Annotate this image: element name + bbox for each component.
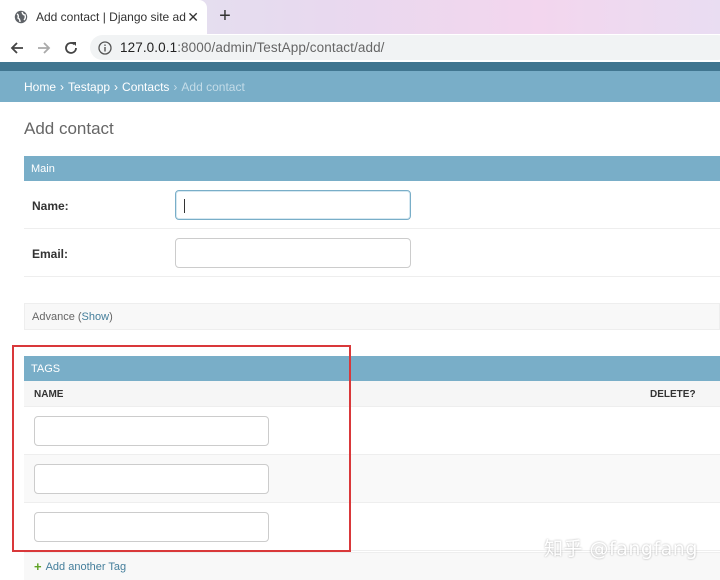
arrow-left-icon [10, 42, 23, 54]
address-bar[interactable]: 127.0.0.1:8000/admin/TestApp/contact/add… [90, 35, 720, 60]
plus-icon: + [34, 558, 42, 574]
url-text: 127.0.0.1:8000/admin/TestApp/contact/add… [120, 40, 385, 55]
highlight-annotation [12, 345, 351, 552]
form-row-name: Name: [24, 181, 720, 229]
new-tab-button[interactable]: + [214, 6, 236, 28]
watermark-text: 知乎 @fangfang [544, 538, 698, 560]
fieldset-advance: Advance (Show) [24, 303, 720, 330]
breadcrumb-separator: › [173, 79, 178, 94]
reload-button[interactable] [62, 39, 80, 57]
breadcrumb-separator: › [60, 79, 65, 94]
breadcrumb-home[interactable]: Home [24, 80, 56, 94]
breadcrumb-separator: › [114, 79, 119, 94]
advance-close-paren: ) [109, 310, 113, 323]
page-title: Add contact [24, 119, 114, 138]
breadcrumb-model[interactable]: Contacts [122, 80, 169, 94]
add-another-tag-link[interactable]: Add another Tag [46, 561, 127, 573]
reload-icon [65, 42, 77, 54]
breadcrumb-current: Add contact [181, 79, 245, 94]
email-field[interactable] [175, 238, 411, 268]
browser-toolbar: 127.0.0.1:8000/admin/TestApp/contact/add… [0, 34, 720, 62]
url-path: :8000/admin/TestApp/contact/add/ [177, 40, 385, 55]
advance-show-link[interactable]: Show [82, 311, 110, 323]
globe-icon [14, 10, 28, 24]
fieldset-main-header: Main [24, 156, 720, 181]
forward-button[interactable] [35, 39, 53, 57]
info-icon [98, 40, 112, 55]
advance-label: Advance ( [32, 310, 82, 323]
form-row-email: Email: [24, 229, 720, 277]
url-host: 127.0.0.1 [120, 40, 178, 55]
breadcrumb-app[interactable]: Testapp [68, 80, 110, 94]
email-label: Email: [32, 247, 69, 261]
browser-tabstrip: Add contact | Django site adm ✕ + [0, 0, 720, 34]
tab-title: Add contact | Django site adm [36, 10, 186, 24]
back-button[interactable] [8, 39, 26, 57]
close-icon[interactable]: ✕ [187, 9, 199, 25]
name-label: Name: [32, 199, 69, 213]
column-header-delete: DELETE? [650, 389, 696, 400]
text-caret [184, 199, 185, 213]
breadcrumb: Home › Testapp › Contacts › Add contact [0, 71, 720, 102]
name-field[interactable] [175, 190, 411, 220]
admin-header [0, 62, 720, 71]
arrow-right-icon [38, 42, 51, 54]
browser-tab[interactable]: Add contact | Django site adm ✕ [0, 0, 207, 34]
